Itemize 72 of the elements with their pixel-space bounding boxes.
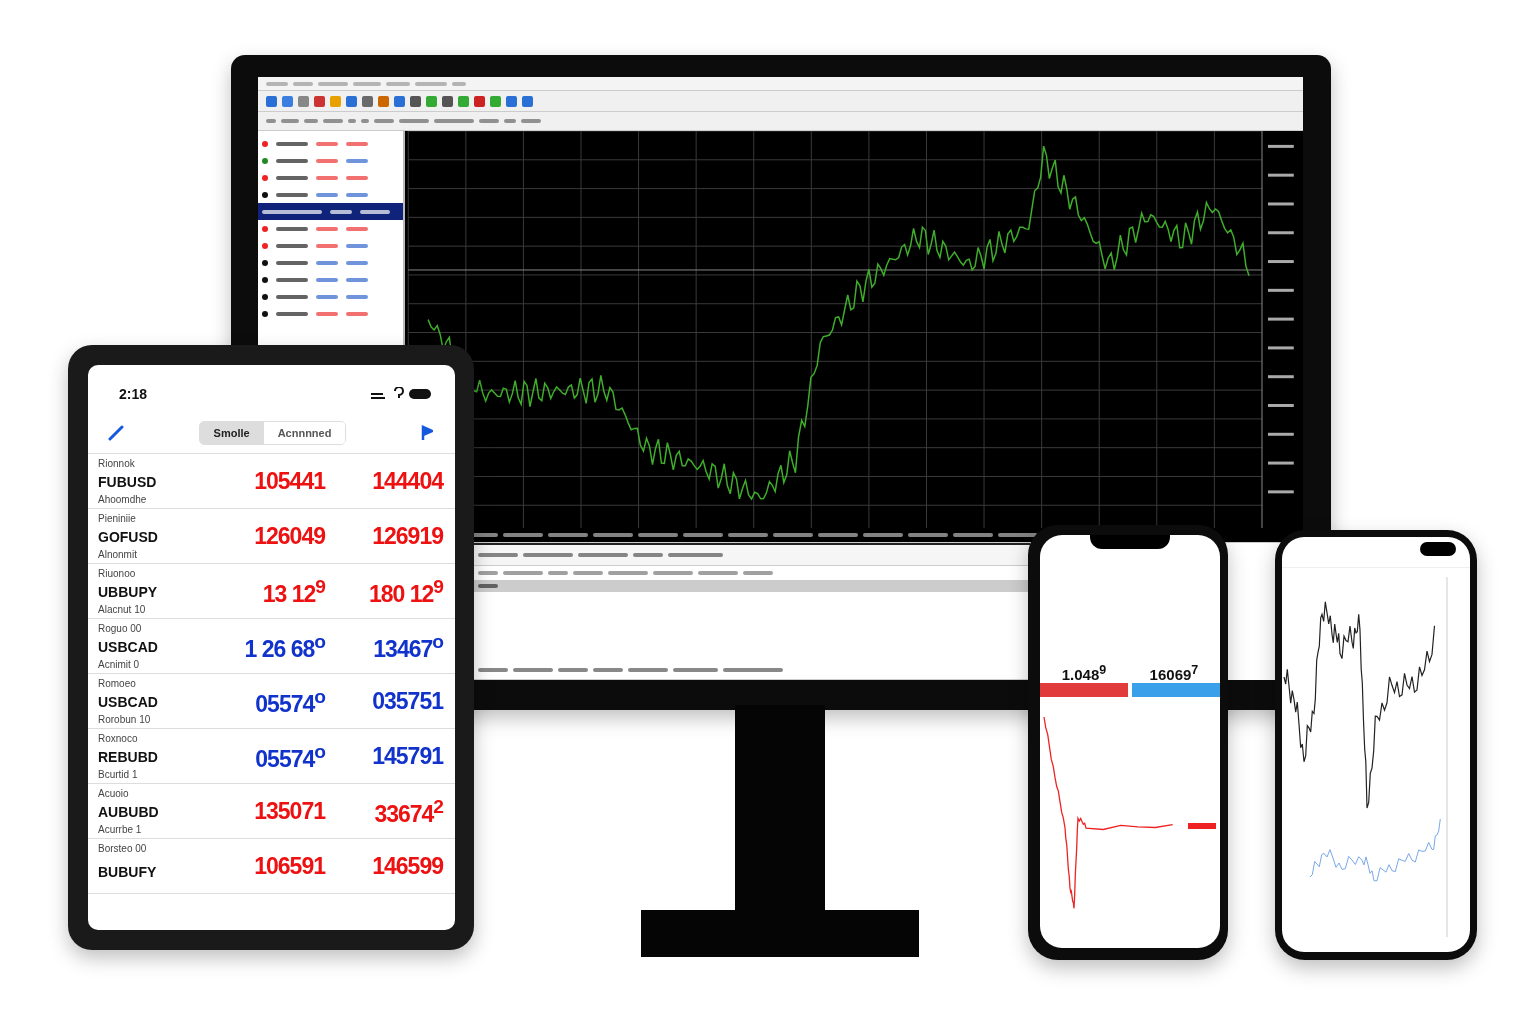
toolbar-icon[interactable]: [522, 95, 533, 107]
symbol-name: BUBUFY: [98, 864, 158, 880]
toolbar-icon[interactable]: [506, 95, 517, 107]
quote-label: Riuonoo: [98, 568, 137, 579]
toolbar-icon[interactable]: [282, 95, 293, 107]
quote-label: Roxnoco: [98, 733, 139, 744]
ask-price: 180 12$^{9}$: [369, 575, 443, 608]
quote-label: Rionnok: [98, 458, 136, 469]
price-marker: [1188, 823, 1216, 829]
quote-row[interactable]: Riuonoo UBBUPY Alacnut 10 13 12$^{9}$ 180 12$^{9}$: [88, 564, 455, 619]
symbol-name: USBCAD: [98, 638, 159, 655]
quote-row[interactable]: Pieniniie GOFUSD Alnonmit 126049 126919: [88, 509, 455, 564]
toolbar-icon[interactable]: [266, 95, 277, 107]
status-time: 2:18: [119, 386, 148, 402]
quote-subtitle: Alnonmit: [98, 549, 138, 560]
toolbar-icon[interactable]: [378, 95, 389, 107]
signal-icon: [371, 393, 385, 399]
symbol-name: AUBUBD: [98, 803, 160, 820]
quote-price: 16069$^{7}$: [1149, 663, 1199, 683]
quote-row[interactable]: Roguo 00 USBCAD Acnimit 0 1 26 68$^{o}$ 13467$^{o}$: [88, 619, 455, 674]
pencil-icon[interactable]: [108, 425, 124, 441]
quote-subtitle: Bcurtid 1: [98, 769, 139, 780]
quote-subtitle: Rorobun 10: [98, 714, 152, 725]
quote-row[interactable]: Rionnok FUBUSD Ahoomdhe 105441 144404: [88, 454, 455, 509]
ask-price: 13467$^{o}$: [373, 630, 443, 663]
quote-row[interactable]: Borsteo 00 BUBUFY 106591 146599: [88, 839, 455, 894]
quote-subtitle: Ahoomdhe: [98, 494, 148, 505]
ask-price: 126919: [372, 523, 443, 550]
quote-subtitle: Acnimit 0: [98, 659, 141, 670]
symbol-name: USBCAD: [98, 693, 159, 710]
bid-price: 13 12$^{9}$: [262, 575, 325, 608]
segment-tab[interactable]: Smolle: [199, 422, 264, 444]
bid-price: 05574$^{o}$: [255, 685, 325, 718]
quote-label: Romoeo: [98, 678, 137, 689]
quote-row[interactable]: Acuoio AUBUBD Acurrbe 1 135071 33674$^{2}$: [88, 784, 455, 839]
bid-price: 135071: [254, 798, 325, 825]
symbol-name: UBBUPY: [98, 583, 159, 600]
toolbar-icon[interactable]: [314, 95, 325, 107]
ask-price: 33674$^{2}$: [374, 795, 443, 828]
symbol-name: FUBUSD: [98, 473, 158, 490]
quote-label: Pieniniie: [98, 513, 137, 524]
flag-icon[interactable]: [421, 425, 433, 441]
toolbar-icon[interactable]: [298, 95, 309, 107]
bid-price: 126049: [254, 523, 325, 550]
battery-icon: [409, 389, 431, 399]
toolbar-icon[interactable]: [394, 95, 405, 107]
quote-label: Borsteo 00: [98, 843, 148, 854]
bid-price: 105441: [254, 468, 325, 495]
toolbar-icon[interactable]: [410, 95, 421, 107]
ask-price: 144404: [372, 468, 443, 495]
quote-price: 1.048$^{9}$: [1061, 663, 1107, 683]
market-watch-row[interactable]: [258, 203, 403, 220]
quote-subtitle: Alacnut 10: [98, 604, 147, 615]
toolbar-icon[interactable]: [362, 95, 373, 107]
quote-row[interactable]: Romoeo USBCAD Rorobun 10 05574$^{o}$ 035751: [88, 674, 455, 729]
toolbar-icon[interactable]: [442, 95, 453, 107]
quote-label: Acuoio: [98, 788, 130, 799]
toolbar-icon[interactable]: [474, 95, 485, 107]
quote-label: Roguo 00: [98, 623, 143, 634]
quote-row[interactable]: Roxnoco REBUBD Bcurtid 1 05574$^{o}$ 145791: [88, 729, 455, 784]
camera-cutout: [1420, 542, 1456, 556]
quote-subtitle: Acurrbe 1: [98, 824, 143, 835]
bid-price: 05574$^{o}$: [255, 740, 325, 773]
symbol-name: GOFUSD: [98, 528, 159, 545]
symbol-name: REBUBD: [98, 748, 159, 765]
ask-price: 145791: [372, 743, 443, 770]
bid-price: 106591: [254, 853, 325, 880]
wifi-icon: [394, 387, 404, 399]
ask-price: 035751: [372, 688, 443, 715]
bid-price: 1 26 68$^{o}$: [244, 630, 325, 663]
toolbar-icon[interactable]: [346, 95, 357, 107]
ask-price: 146599: [372, 853, 443, 880]
